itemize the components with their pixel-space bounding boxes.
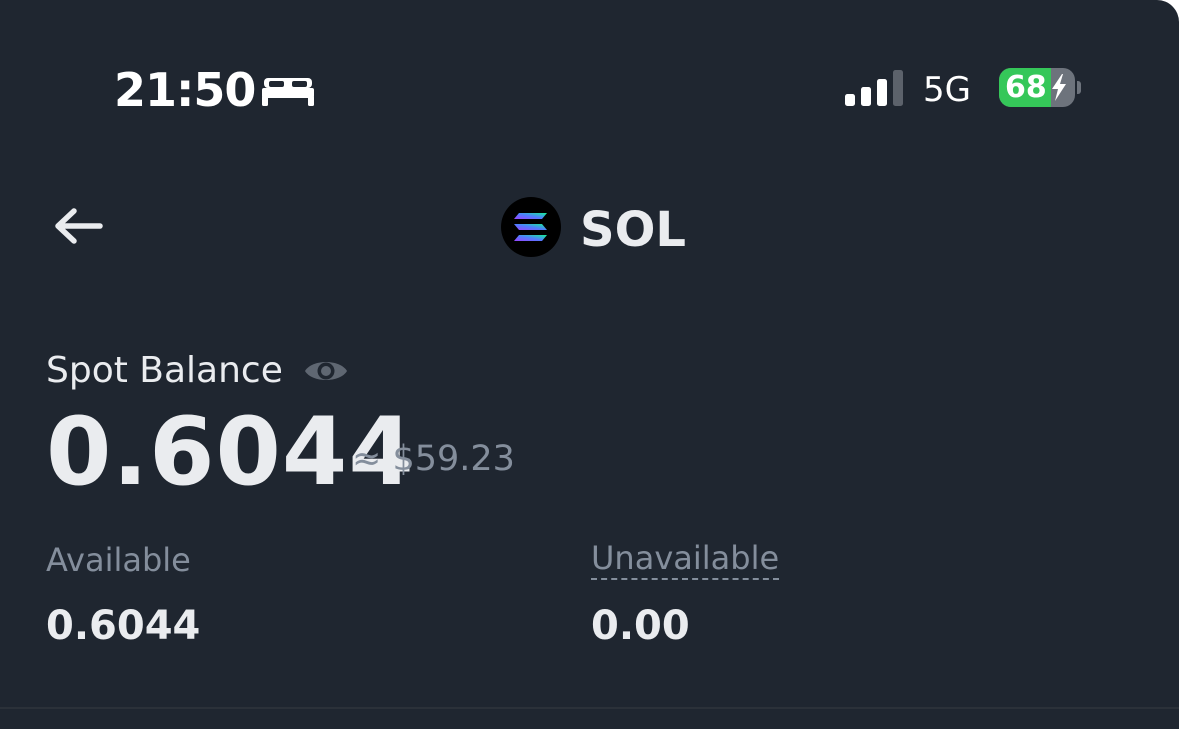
- app-screen: 21:50 5G 68 SOL Spot Balance 0.6044 ≈ $5…: [0, 0, 1179, 729]
- network-type: 5G: [923, 70, 971, 110]
- balance-fiat-value: ≈ $59.23: [352, 439, 515, 479]
- unavailable-label[interactable]: Unavailable: [591, 538, 780, 580]
- eye-icon[interactable]: [303, 355, 349, 387]
- available-value: 0.6044: [46, 603, 201, 649]
- cellular-signal-icon: [845, 70, 903, 106]
- battery-level: 68: [1005, 70, 1047, 105]
- bed-icon: [262, 78, 314, 106]
- arrow-left-icon[interactable]: [52, 206, 104, 246]
- unavailable-value: 0.00: [591, 603, 690, 649]
- spot-balance-label: Spot Balance: [46, 350, 283, 391]
- battery-indicator: 68: [999, 68, 1075, 107]
- available-label: Available: [46, 541, 191, 579]
- divider: [0, 707, 1179, 709]
- battery-cap: [1077, 81, 1081, 94]
- status-time: 21:50: [114, 63, 256, 117]
- page-title: SOL: [580, 202, 686, 258]
- charging-bolt-icon: [1052, 74, 1066, 101]
- solana-logo: [501, 197, 561, 257]
